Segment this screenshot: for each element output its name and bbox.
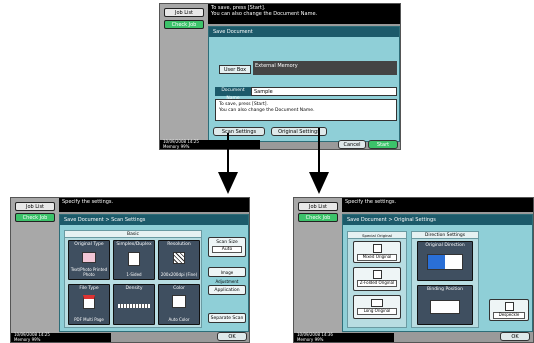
original-direction-tile[interactable]: Original Direction bbox=[417, 241, 473, 281]
document-icon bbox=[82, 252, 96, 263]
scan-size-value: Auto bbox=[212, 246, 242, 253]
tile-value: Text/Photo Printed Photo bbox=[70, 267, 108, 277]
despeckle-icon bbox=[504, 302, 514, 311]
right-arrow-line bbox=[318, 128, 320, 174]
status-bar: 10/09/2008 14:25 Memory 99% bbox=[11, 332, 111, 342]
check-job-button[interactable]: Check Job bbox=[298, 213, 338, 222]
user-box-value: External Memory bbox=[253, 61, 397, 75]
density-tile[interactable]: Density bbox=[113, 284, 155, 325]
memory-value: 99% bbox=[31, 336, 41, 342]
job-list-button[interactable]: Job List bbox=[298, 202, 338, 211]
message: Specify the settings. bbox=[62, 199, 114, 205]
long-original-label: Long Original bbox=[357, 308, 397, 315]
pdf-icon bbox=[83, 295, 95, 309]
binding-icon bbox=[430, 300, 460, 314]
file-type-tile[interactable]: File Type PDF Multi Page bbox=[68, 284, 110, 325]
memory-label: Memory bbox=[297, 336, 314, 342]
left-sidebar: Job List Check Job bbox=[11, 198, 59, 342]
density-scale-icon bbox=[118, 304, 150, 308]
page-icon bbox=[128, 252, 140, 266]
panel-title: Save Document bbox=[209, 27, 399, 37]
user-box-label: User Box bbox=[219, 65, 251, 74]
direction-icon bbox=[427, 254, 463, 270]
basic-header: Basic bbox=[65, 231, 201, 238]
info-line-2: You can also change the Document Name. bbox=[219, 108, 315, 113]
document-name-field[interactable]: Sample bbox=[251, 87, 397, 96]
tile-label: Original Type bbox=[74, 242, 104, 247]
panel-title: Save Document > Original Settings bbox=[343, 215, 532, 225]
left-arrow-line bbox=[227, 133, 229, 175]
original-settings-panel: Save Document > Original Settings Specia… bbox=[342, 214, 533, 332]
message-line-2: You can also change the Document Name. bbox=[211, 11, 318, 17]
cancel-button[interactable]: Cancel bbox=[338, 140, 366, 149]
message: Specify the settings. bbox=[345, 199, 397, 205]
z-folded-label: Z-Folded Original bbox=[357, 280, 397, 287]
scan-size-box[interactable]: Scan Size Auto bbox=[208, 237, 246, 257]
check-job-button[interactable]: Check Job bbox=[15, 213, 55, 222]
original-type-tile[interactable]: Original Type Text/Photo Printed Photo bbox=[68, 240, 110, 280]
separate-scan-button[interactable]: Separate Scan bbox=[208, 313, 246, 323]
panel-title: Save Document > Scan Settings bbox=[60, 215, 248, 225]
despeckle-label: Despeckle bbox=[493, 312, 525, 319]
mixed-original-label: Mixed Original bbox=[357, 254, 397, 261]
tile-label: Binding Position bbox=[427, 287, 463, 292]
tile-label: Color bbox=[173, 286, 185, 291]
check-job-button[interactable]: Check Job bbox=[164, 20, 204, 29]
scan-settings-button[interactable]: Scan Settings bbox=[213, 127, 265, 136]
simplex-duplex-tile[interactable]: Simplex/Duplex 1-Sided bbox=[113, 240, 155, 280]
color-tile[interactable]: Color Auto Color bbox=[158, 284, 200, 325]
status-bar: 10/09/2008 14:36 Memory 99% bbox=[294, 332, 394, 342]
tile-value: Auto Color bbox=[168, 316, 190, 322]
color-icon bbox=[172, 295, 186, 308]
application-button[interactable]: Application bbox=[208, 285, 246, 295]
scan-settings-panel: Save Document > Scan Settings Basic Orig… bbox=[59, 214, 249, 332]
right-arrow-head bbox=[309, 172, 329, 194]
job-list-button[interactable]: Job List bbox=[15, 202, 55, 211]
image-adjustment-button[interactable]: Image Adjustment bbox=[208, 267, 246, 284]
grid-icon bbox=[173, 252, 185, 264]
left-arrow-head bbox=[218, 172, 238, 194]
left-screen: Job List Check Job Specify the settings.… bbox=[10, 197, 250, 343]
message-bar: To save, press [Start]. You can also cha… bbox=[208, 4, 400, 24]
tile-value: 1-Sided bbox=[126, 271, 142, 277]
memory-value: 99% bbox=[180, 143, 190, 149]
direction-settings-header: Direction Settings bbox=[412, 232, 478, 239]
tile-label: File Type bbox=[79, 286, 99, 291]
top-screen: Job List Check Job To save, press [Start… bbox=[159, 3, 401, 150]
tile-label: Simplex/Duplex bbox=[116, 242, 152, 247]
tile-label: Density bbox=[125, 286, 143, 291]
despeckle-button[interactable]: Despeckle bbox=[489, 299, 529, 321]
right-screen: Job List Check Job Specify the settings.… bbox=[293, 197, 534, 343]
resolution-tile[interactable]: Resolution 200x200dpi (Fine) bbox=[158, 240, 200, 280]
mixed-original-icon bbox=[372, 244, 382, 253]
info-box: To save, press [Start]. You can also cha… bbox=[215, 99, 397, 121]
memory-value: 99% bbox=[314, 336, 324, 342]
ok-button[interactable]: OK bbox=[217, 332, 247, 341]
left-sidebar: Job List Check Job bbox=[160, 4, 208, 149]
start-button[interactable]: Start bbox=[368, 140, 398, 149]
tile-value: PDF Multi Page bbox=[74, 316, 104, 322]
long-original-button[interactable]: Long Original bbox=[353, 295, 401, 319]
long-original-icon bbox=[371, 299, 383, 307]
mixed-original-button[interactable]: Mixed Original bbox=[353, 241, 401, 263]
special-original-header: Special Original bbox=[348, 232, 406, 239]
message-bar: Specify the settings. bbox=[342, 198, 533, 212]
tile-value: 200x200dpi (Fine) bbox=[160, 271, 198, 277]
document-name-label: Document Name bbox=[215, 87, 251, 101]
tile-label: Resolution bbox=[167, 242, 191, 247]
memory-label: Memory bbox=[163, 143, 180, 149]
job-list-button[interactable]: Job List bbox=[164, 8, 204, 17]
z-folded-icon bbox=[372, 270, 382, 279]
scan-size-label: Scan Size bbox=[216, 240, 238, 245]
message-bar: Specify the settings. bbox=[59, 198, 249, 212]
left-sidebar: Job List Check Job bbox=[294, 198, 342, 342]
save-document-panel: Save Document User Box External Memory D… bbox=[208, 26, 400, 142]
binding-position-tile[interactable]: Binding Position bbox=[417, 285, 473, 325]
ok-button[interactable]: OK bbox=[500, 332, 530, 341]
memory-label: Memory bbox=[14, 336, 31, 342]
status-bar: 10/09/2008 14:25 Memory 99% bbox=[160, 139, 260, 149]
z-folded-button[interactable]: Z-Folded Original bbox=[353, 267, 401, 291]
tile-label: Original Direction bbox=[425, 243, 465, 248]
